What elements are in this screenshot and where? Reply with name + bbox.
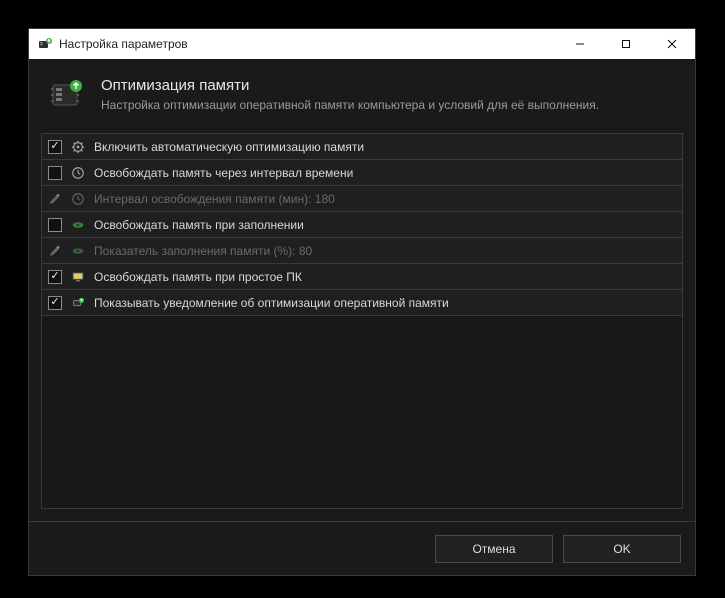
monitor-icon bbox=[70, 269, 86, 285]
disk-icon bbox=[70, 217, 86, 233]
page-subtitle: Настройка оптимизации оперативной памяти… bbox=[101, 98, 599, 112]
clock-icon bbox=[70, 191, 86, 207]
option-label: Включить автоматическую оптимизацию памя… bbox=[94, 140, 364, 154]
maximize-button[interactable] bbox=[603, 29, 649, 59]
titlebar: Настройка параметров bbox=[29, 29, 695, 59]
option-free-on-idle[interactable]: Освобождать память при простое ПК bbox=[42, 264, 682, 290]
edit-icon[interactable] bbox=[48, 192, 62, 206]
checkbox[interactable] bbox=[48, 270, 62, 284]
clock-icon bbox=[70, 165, 86, 181]
option-label: Показывать уведомление об оптимизации оп… bbox=[94, 296, 449, 310]
notify-icon bbox=[70, 295, 86, 311]
minimize-button[interactable] bbox=[557, 29, 603, 59]
option-label: Освобождать память при заполнении bbox=[94, 218, 304, 232]
checkbox[interactable] bbox=[48, 296, 62, 310]
app-icon bbox=[37, 36, 53, 52]
ok-button[interactable]: OK bbox=[563, 535, 681, 563]
option-free-on-interval[interactable]: Освобождать память через интервал времен… bbox=[42, 160, 682, 186]
dialog-footer: Отмена OK bbox=[29, 521, 695, 575]
checkbox[interactable] bbox=[48, 140, 62, 154]
option-label: Освобождать память через интервал времен… bbox=[94, 166, 353, 180]
option-label: Интервал освобождения памяти (мин): 180 bbox=[94, 192, 335, 206]
checkbox[interactable] bbox=[48, 166, 62, 180]
option-label: Освобождать память при простое ПК bbox=[94, 270, 302, 284]
disk-icon bbox=[70, 243, 86, 259]
option-auto-optimize[interactable]: Включить автоматическую оптимизацию памя… bbox=[42, 134, 682, 160]
window-title: Настройка параметров bbox=[59, 37, 188, 51]
option-fill-threshold: Показатель заполнения памяти (%): 80 bbox=[42, 238, 682, 264]
empty-area bbox=[41, 316, 683, 509]
settings-window: Настройка параметров bbox=[28, 28, 696, 576]
cancel-button[interactable]: Отмена bbox=[435, 535, 553, 563]
options-list: Включить автоматическую оптимизацию памя… bbox=[41, 133, 683, 316]
option-label: Показатель заполнения памяти (%): 80 bbox=[94, 244, 312, 258]
gear-icon bbox=[70, 139, 86, 155]
edit-icon[interactable] bbox=[48, 244, 62, 258]
page-header: Оптимизация памяти Настройка оптимизации… bbox=[29, 59, 695, 133]
close-button[interactable] bbox=[649, 29, 695, 59]
memory-chip-icon bbox=[47, 75, 87, 115]
option-interval-value: Интервал освобождения памяти (мин): 180 bbox=[42, 186, 682, 212]
option-show-notification[interactable]: Показывать уведомление об оптимизации оп… bbox=[42, 290, 682, 316]
checkbox[interactable] bbox=[48, 218, 62, 232]
page-title: Оптимизация памяти bbox=[101, 77, 599, 94]
option-free-on-fill[interactable]: Освобождать память при заполнении bbox=[42, 212, 682, 238]
